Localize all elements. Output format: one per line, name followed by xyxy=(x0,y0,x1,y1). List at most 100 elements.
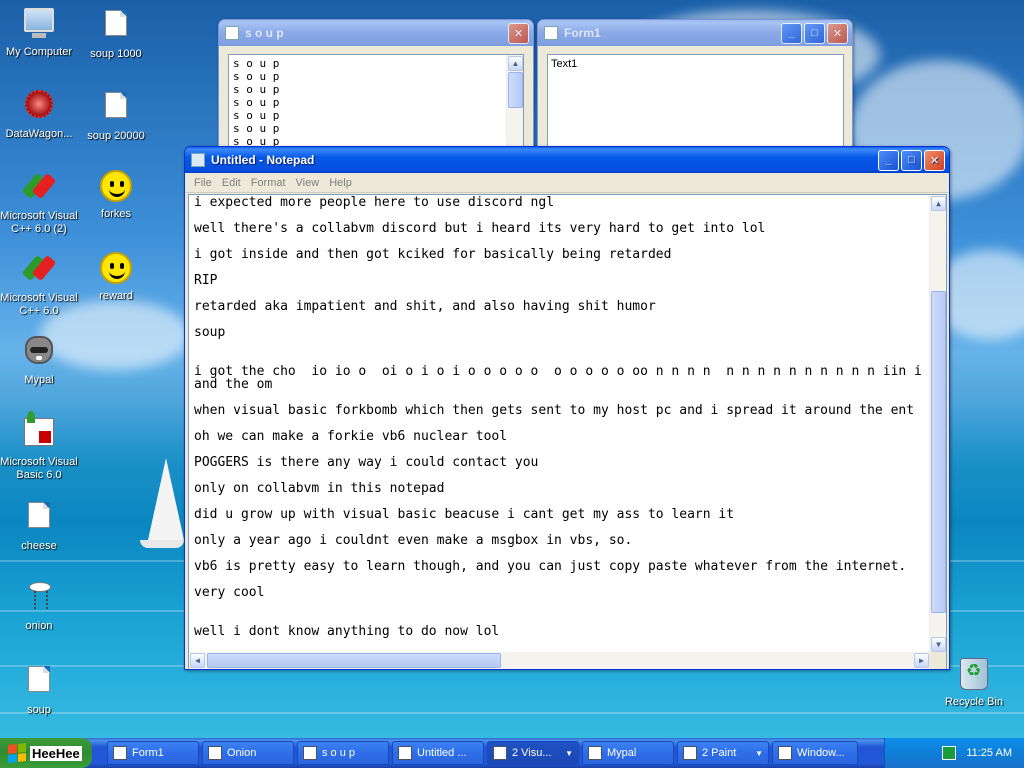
scroll-down-button[interactable]: ▼ xyxy=(931,637,946,652)
scroll-left-button[interactable]: ◀ xyxy=(190,653,205,668)
start-button[interactable]: HeeHee xyxy=(0,738,92,768)
taskbar-button-label: s o u p xyxy=(322,747,356,759)
taskbar-button-label: Untitled ... xyxy=(417,747,467,759)
desktop-icon-onion[interactable]: onion xyxy=(0,580,79,633)
maximize-button[interactable]: □ xyxy=(804,22,825,44)
horizontal-scroll-thumb[interactable] xyxy=(207,653,501,668)
desktop-icon-label: Microsoft Visual Basic 6.0 xyxy=(0,456,78,481)
soup-window-titlebar[interactable]: s o u p ✕ xyxy=(219,20,533,46)
close-button[interactable]: ✕ xyxy=(924,149,945,171)
desktop-icon-label: onion xyxy=(25,620,53,632)
taskbar-button-mypal[interactable]: Mypal xyxy=(582,741,674,765)
text-line: very cool xyxy=(194,585,265,600)
maximize-button[interactable]: □ xyxy=(901,149,922,171)
taskbar-button-label: Onion xyxy=(227,747,257,759)
desktop-icon-forkes[interactable]: forkes xyxy=(76,170,156,221)
taskbar-button-soup[interactable]: s o u p xyxy=(297,741,389,765)
tray-icon[interactable] xyxy=(942,746,957,760)
taskbar-button-form1[interactable]: Form1 xyxy=(107,741,199,765)
form-icon xyxy=(544,26,558,40)
list-item[interactable]: s o u p xyxy=(233,57,519,70)
notepad-icon xyxy=(398,746,412,760)
taskbar-group-visual-basic[interactable]: 2 Visu... ▼ xyxy=(487,741,579,765)
desktop-icon-soup-20000[interactable]: soup 20000 xyxy=(76,88,156,143)
file-icon xyxy=(99,92,133,126)
taskbar-button-window[interactable]: Window... xyxy=(772,741,858,765)
desktop-icon-label: Recycle Bin xyxy=(944,696,1004,708)
form1-window[interactable]: Form1 _ □ ✕ Text1 xyxy=(537,19,853,147)
form-icon xyxy=(113,746,127,760)
menu-format[interactable]: Format xyxy=(246,177,291,189)
notepad-vertical-scrollbar[interactable]: ▲ ▼ xyxy=(929,195,946,653)
taskbar-group-paint[interactable]: 2 Paint ▼ xyxy=(677,741,769,765)
notepad-window[interactable]: Untitled - Notepad _ □ ✕ File Edit Forma… xyxy=(184,146,950,670)
close-button[interactable]: ✕ xyxy=(827,22,848,44)
list-item[interactable]: s o u p xyxy=(233,70,519,83)
soup-window[interactable]: s o u p ✕ s o u p s o u p s o u p s o u … xyxy=(218,19,534,147)
clock[interactable]: 11:25 AM xyxy=(966,747,1012,759)
desktop-icon-visual-cpp[interactable]: Microsoft Visual C++ 6.0 xyxy=(0,252,79,318)
raccoon-icon xyxy=(588,746,602,760)
text-line: and the om xyxy=(194,377,273,392)
form1-textbox-value: Text1 xyxy=(551,58,578,70)
size-grip[interactable] xyxy=(929,652,946,669)
form-icon xyxy=(303,746,317,760)
desktop-icon-soup-1000[interactable]: soup 1000 xyxy=(76,6,156,61)
notepad-text-area[interactable]: i expected more people here to use disco… xyxy=(188,194,947,669)
form1-textbox[interactable]: Text1 xyxy=(547,54,844,146)
computer-icon xyxy=(22,8,56,42)
desktop-icon-label: Microsoft Visual C++ 6.0 (2) xyxy=(0,210,78,235)
soup-scrollbar[interactable]: ▲ xyxy=(506,55,523,146)
text-line: did u grow up with visual basic beacuse … xyxy=(194,507,735,522)
scroll-up-button[interactable]: ▲ xyxy=(508,56,523,71)
form1-window-titlebar[interactable]: Form1 _ □ ✕ xyxy=(538,20,852,46)
scroll-thumb[interactable] xyxy=(508,72,523,108)
menu-view[interactable]: View xyxy=(291,177,325,189)
smiley-icon xyxy=(99,252,133,286)
desktop-icon-my-computer[interactable]: My Computer xyxy=(0,6,79,59)
desktop-icon-visual-cpp-2[interactable]: Microsoft Visual C++ 6.0 (2) xyxy=(0,170,79,236)
list-item[interactable]: s o u p xyxy=(233,122,519,135)
text-line: POGGERS is there any way i could contact… xyxy=(194,455,539,470)
list-item[interactable]: s o u p xyxy=(233,109,519,122)
text-line: vb6 is pretty easy to learn though, and … xyxy=(194,559,907,574)
notepad-titlebar[interactable]: Untitled - Notepad _ □ ✕ xyxy=(185,147,949,173)
desktop-icon-visual-basic[interactable]: Microsoft Visual Basic 6.0 xyxy=(0,411,79,482)
start-button-label: HeeHee xyxy=(30,745,82,761)
desktop-icon-cheese[interactable]: cheese xyxy=(0,498,79,553)
text-line: RIP xyxy=(194,273,218,288)
text-line: well i dont know anything to do now lol xyxy=(194,624,500,639)
desktop-icon-label: soup 1000 xyxy=(90,48,142,60)
minimize-button[interactable]: _ xyxy=(781,22,802,44)
vertical-scroll-thumb[interactable] xyxy=(931,291,946,613)
minimize-button[interactable]: _ xyxy=(878,149,899,171)
desktop-icon-label: DataWagon... xyxy=(5,128,73,140)
onion-icon xyxy=(208,746,222,760)
menu-help[interactable]: Help xyxy=(324,177,357,189)
menu-edit[interactable]: Edit xyxy=(217,177,246,189)
desktop-icon-label: Microsoft Visual C++ 6.0 xyxy=(0,292,78,317)
notepad-menubar: File Edit Format View Help xyxy=(185,173,949,193)
system-tray: 11:25 AM xyxy=(884,738,1024,768)
desktop-icon-soup[interactable]: soup xyxy=(0,662,79,717)
taskbar-button-notepad[interactable]: Untitled ... xyxy=(392,741,484,765)
desktop-icon-mypal[interactable]: Mypal xyxy=(0,334,79,387)
menu-file[interactable]: File xyxy=(189,177,217,189)
scroll-up-button[interactable]: ▲ xyxy=(931,196,946,211)
text-line: when visual basic forkbomb which then ge… xyxy=(194,403,915,418)
chevron-down-icon: ▼ xyxy=(755,748,763,758)
close-button[interactable]: ✕ xyxy=(508,22,529,44)
taskbar-button-label: Form1 xyxy=(132,747,164,759)
form1-window-title: Form1 xyxy=(564,26,601,40)
soup-listbox[interactable]: s o u p s o u p s o u p s o u p s o u p … xyxy=(228,54,524,146)
datawagon-icon xyxy=(22,90,56,124)
taskbar-button-onion[interactable]: Onion xyxy=(202,741,294,765)
list-item[interactable]: s o u p xyxy=(233,83,519,96)
scroll-right-button[interactable]: ▶ xyxy=(914,653,929,668)
notepad-horizontal-scrollbar[interactable]: ◀ ▶ xyxy=(189,652,930,669)
raccoon-icon xyxy=(22,336,56,370)
windows-flag-icon xyxy=(8,743,26,763)
desktop-icon-reward[interactable]: reward xyxy=(76,252,156,303)
list-item[interactable]: s o u p xyxy=(233,96,519,109)
desktop-icon-datawagon[interactable]: DataWagon... xyxy=(0,88,79,141)
